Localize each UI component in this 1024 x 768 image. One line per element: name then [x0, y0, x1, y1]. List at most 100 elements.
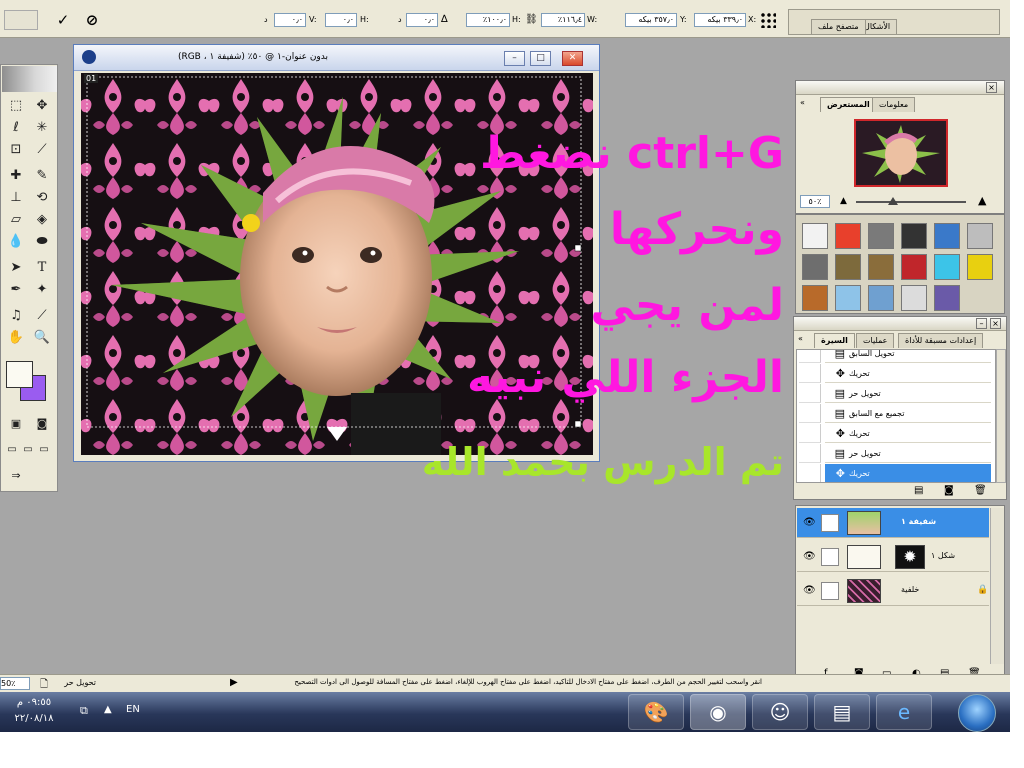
pen-tool-icon[interactable]: ✒	[5, 279, 27, 301]
new-document-from-state-icon[interactable]: ▤	[914, 485, 923, 496]
language-indicator[interactable]: EN	[126, 704, 140, 715]
style-swatch[interactable]	[934, 254, 960, 280]
history-brush-source-box[interactable]	[799, 404, 821, 423]
navigator-palette-titlebar[interactable]: ×	[796, 81, 1004, 95]
blur-tool-icon[interactable]: 💧	[5, 231, 27, 253]
history-palette-titlebar[interactable]: × –	[794, 317, 1006, 331]
eraser-tool-icon[interactable]: ▱	[5, 209, 27, 231]
layer-link-box[interactable]	[821, 582, 839, 600]
zoom-slider[interactable]	[856, 201, 966, 203]
style-swatch[interactable]	[868, 223, 894, 249]
layer-link-box[interactable]	[821, 548, 839, 566]
taskbar-app-messenger-icon[interactable]: ☺	[752, 694, 808, 730]
style-swatch[interactable]	[967, 254, 993, 280]
history-brush-source-box[interactable]	[799, 384, 821, 403]
style-swatch[interactable]	[868, 254, 894, 280]
taskbar-app-photoshop-icon[interactable]: ◉	[690, 694, 746, 730]
brush-tool-icon[interactable]: ✎	[31, 165, 53, 187]
tool-preset-picker[interactable]	[4, 10, 38, 30]
layers-scrollbar[interactable]	[990, 508, 1004, 664]
eye-visibility-icon[interactable]: 👁	[803, 585, 816, 596]
tab-info[interactable]: معلومات	[872, 97, 916, 112]
history-scrollbar[interactable]	[996, 349, 1006, 483]
standard-mode-icon[interactable]: ▣	[5, 413, 27, 435]
network-tray-icon[interactable]: ⧉	[80, 704, 88, 718]
zoom-field[interactable]: ٥٠٪	[800, 195, 830, 208]
zoom-slider-thumb[interactable]	[888, 197, 898, 205]
tab-actions[interactable]: عمليات	[856, 333, 895, 348]
y-field[interactable]: ٣٥٧٫٠ بيكه	[625, 13, 677, 27]
palette-minimize-icon[interactable]: –	[976, 318, 987, 329]
tab-tool-presets[interactable]: إعدادات مسبقة للأداة	[898, 333, 984, 348]
style-swatch[interactable]	[934, 285, 960, 311]
layers-list[interactable]: 👁 شفيفة ١ 👁 ✹ شكل ١ 👁 خلفية 🔒	[796, 508, 990, 608]
eye-visibility-icon[interactable]: 👁	[803, 551, 816, 562]
jump-to-imageready-icon[interactable]: ⇒	[5, 465, 27, 487]
history-brush-source-box[interactable]	[799, 444, 821, 463]
document-titlebar[interactable]: بدون عنوان-١ @ ٥٠٪ (شفيفة ١ ، RGB) – □ ✕	[74, 45, 599, 71]
reference-point-grid-icon[interactable]	[760, 12, 776, 28]
style-swatch[interactable]	[967, 223, 993, 249]
tab-file-browser[interactable]: متصفح ملف	[811, 19, 866, 34]
navigator-thumbnail[interactable]	[854, 119, 948, 187]
layer-link-box[interactable]	[821, 514, 839, 532]
angle-field[interactable]: ٠٫٠	[406, 13, 438, 27]
zoom-in-icon[interactable]: ▲	[978, 194, 986, 207]
slice-tool-icon[interactable]: ⟋	[31, 139, 53, 161]
close-button[interactable]: ✕	[562, 51, 583, 66]
commit-transform-button[interactable]: ✓	[53, 10, 73, 30]
palette-close-icon[interactable]: ×	[990, 318, 1001, 329]
history-brush-source-box[interactable]	[799, 424, 821, 443]
height-field[interactable]: ١٠٠٫٠٪	[466, 13, 510, 27]
history-state[interactable]: ▤ تجميع مع السابق	[825, 404, 991, 423]
quick-mask-mode-icon[interactable]: ◙	[31, 413, 53, 435]
custom-shape-tool-icon[interactable]: ✦	[31, 279, 53, 301]
lasso-tool-icon[interactable]: ℓ	[5, 117, 27, 139]
layer-row[interactable]: 👁 خلفية 🔒	[797, 576, 989, 606]
crop-tool-icon[interactable]: ⊡	[5, 139, 27, 161]
tab-navigator[interactable]: المستعرض	[820, 97, 877, 112]
style-swatch[interactable]	[901, 285, 927, 311]
type-tool-icon[interactable]: T	[31, 257, 53, 279]
history-state[interactable]: ▤ تحويل السابق	[825, 350, 991, 363]
history-state[interactable]: ✥ تحريك	[825, 464, 991, 482]
history-state[interactable]: ▤ تحويل حر	[825, 384, 991, 403]
status-zoom-field[interactable]: 50٪	[0, 677, 30, 690]
clone-stamp-tool-icon[interactable]: ⊥	[5, 187, 27, 209]
taskbar-app-explorer-icon[interactable]: ▤	[814, 694, 870, 730]
history-brush-source-box[interactable]	[799, 464, 821, 482]
magic-wand-tool-icon[interactable]: ✳	[31, 117, 53, 139]
vskew-field[interactable]: ٠٫٠	[274, 13, 306, 27]
history-state[interactable]: ✥ تحريك	[825, 364, 991, 383]
taskbar-app-paint-icon[interactable]: 🎨	[628, 694, 684, 730]
healing-brush-tool-icon[interactable]: ✚	[5, 165, 27, 187]
notes-tool-icon[interactable]: ♫	[5, 305, 27, 327]
foreground-color-chip[interactable]	[6, 361, 33, 388]
style-swatch[interactable]	[901, 223, 927, 249]
new-snapshot-icon[interactable]: ◙	[944, 485, 954, 496]
marquee-tool-icon[interactable]: ⬚	[5, 95, 27, 117]
hand-tool-icon[interactable]: ✋	[5, 327, 27, 349]
style-swatch[interactable]	[868, 285, 894, 311]
style-swatch[interactable]	[835, 285, 861, 311]
minimize-button[interactable]: –	[504, 51, 525, 66]
style-swatch[interactable]	[802, 285, 828, 311]
layer-row[interactable]: 👁 ✹ شكل ١	[797, 542, 989, 572]
taskbar-app-internet-explorer-icon[interactable]: e	[876, 694, 932, 730]
history-brush-source-box[interactable]	[799, 350, 821, 363]
clock[interactable]: ٠٩:٥٥ م ٢٢/٠٨/١٨	[4, 695, 64, 729]
show-hidden-icons-icon[interactable]: ▲	[104, 704, 112, 715]
hskew-field[interactable]: ٠٫٠	[325, 13, 357, 27]
style-swatch[interactable]	[802, 223, 828, 249]
style-swatch[interactable]	[835, 223, 861, 249]
history-list[interactable]: ▤ تحويل السابق ✥ تحريك ▤ تحويل حر ▤ تجميع مع ال…	[796, 349, 996, 483]
width-field[interactable]: ١١٦٫٤٪	[541, 13, 585, 27]
status-arrow-icon[interactable]: ▶	[230, 677, 238, 688]
delete-state-icon[interactable]: 🗑	[974, 485, 987, 496]
cancel-transform-button[interactable]: ⊘	[82, 10, 102, 30]
eye-visibility-icon[interactable]: 👁	[803, 517, 816, 528]
style-swatch[interactable]	[901, 254, 927, 280]
zoom-tool-icon[interactable]: 🔍	[31, 327, 53, 349]
paint-bucket-tool-icon[interactable]: ◈	[31, 209, 53, 231]
style-swatch[interactable]	[835, 254, 861, 280]
